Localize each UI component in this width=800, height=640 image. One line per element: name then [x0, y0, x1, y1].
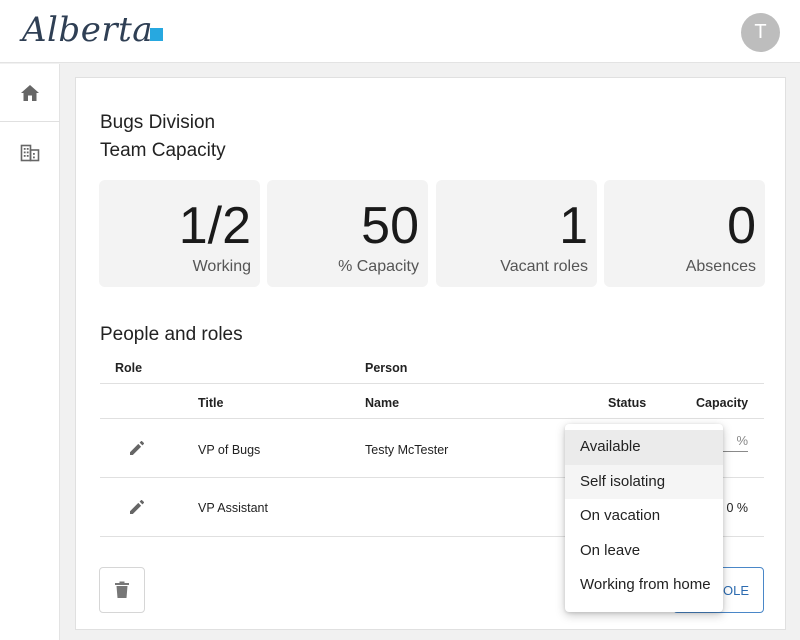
delete-button[interactable] — [99, 567, 145, 613]
status-dropdown-menu: Available Self isolating On vacation On … — [565, 424, 723, 612]
stat-value: 1/2 — [178, 197, 251, 255]
status-option-self-isolating[interactable]: Self isolating — [565, 464, 723, 500]
page-title: Team Capacity — [100, 140, 226, 161]
user-avatar[interactable]: T — [741, 13, 780, 52]
logo-text: Alberta — [22, 10, 153, 50]
division-title: Bugs Division — [100, 112, 216, 133]
row-person-name: Testy McTester — [365, 443, 449, 457]
top-bar: Alberta T — [0, 0, 800, 63]
row-title: VP Assistant — [198, 501, 268, 515]
stat-working: 1/2 Working — [99, 180, 260, 287]
column-header-name: Name — [365, 396, 400, 410]
status-option-on-leave[interactable]: On leave — [565, 534, 723, 569]
row-title: VP of Bugs — [198, 443, 261, 457]
alberta-logo[interactable]: Alberta — [20, 6, 170, 52]
status-option-on-vacation[interactable]: On vacation — [565, 499, 723, 534]
status-option-available[interactable]: Available — [565, 430, 723, 465]
stat-value: 0 — [727, 197, 756, 255]
building-icon — [20, 144, 40, 162]
column-header-capacity: Capacity — [696, 396, 749, 410]
stat-vacant-roles: 1 Vacant roles — [436, 180, 597, 287]
table-divider — [100, 418, 764, 419]
sidebar-item-organization[interactable] — [0, 124, 60, 182]
stat-absences: 0 Absences — [604, 180, 765, 287]
pencil-icon — [130, 499, 145, 514]
stat-label: Working — [192, 258, 251, 275]
stat-label: Absences — [685, 258, 756, 275]
sidebar-item-home[interactable] — [0, 64, 60, 122]
people-heading: People and roles — [100, 324, 243, 345]
home-icon — [21, 84, 39, 101]
role-group-header: Role — [115, 361, 143, 375]
stat-value: 50 — [361, 197, 419, 255]
person-group-header: Person — [365, 361, 408, 375]
stat-value: 1 — [559, 197, 588, 255]
column-header-title: Title — [198, 396, 224, 410]
trash-icon — [115, 581, 129, 598]
stat-label: % Capacity — [338, 258, 419, 275]
stat-capacity: 50 % Capacity — [267, 180, 428, 287]
table-divider — [100, 383, 764, 384]
edit-role-button[interactable] — [124, 494, 150, 520]
column-header-status: Status — [608, 396, 647, 410]
pencil-icon — [130, 440, 145, 455]
stat-label: Vacant roles — [500, 258, 588, 275]
edit-role-button[interactable] — [124, 435, 150, 461]
status-option-working-from-home[interactable]: Working from home — [565, 568, 723, 603]
sidebar — [0, 64, 60, 640]
logo-mark — [150, 28, 163, 41]
